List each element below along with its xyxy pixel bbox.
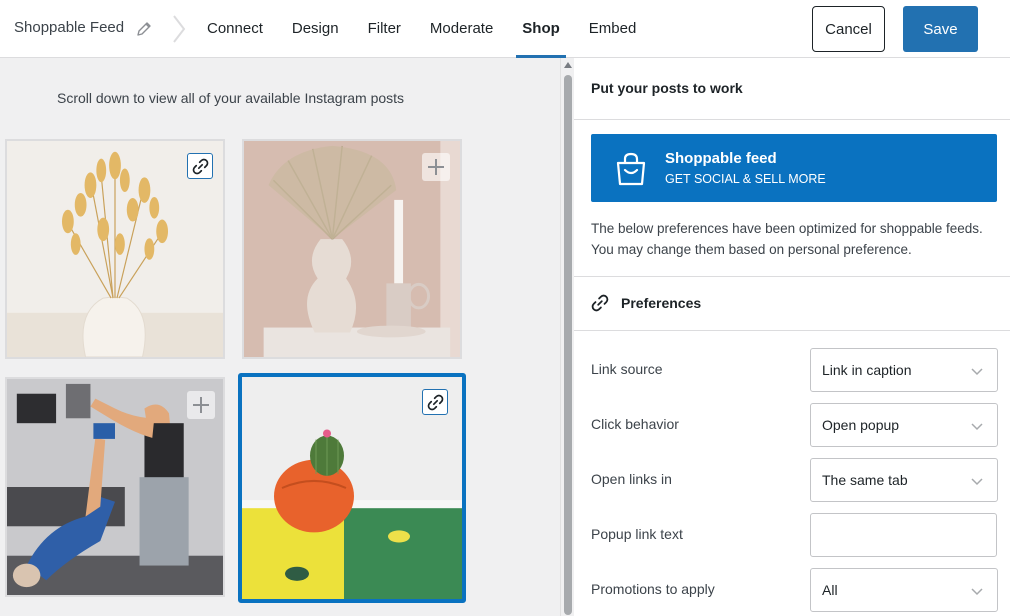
setting-label: Link source bbox=[591, 361, 663, 377]
tab-shop[interactable]: Shop bbox=[516, 0, 566, 58]
banner-title: Shoppable feed bbox=[665, 150, 777, 167]
setting-label: Popup link text bbox=[591, 526, 683, 542]
add-link-button[interactable] bbox=[187, 391, 215, 419]
scroll-up-arrow-icon[interactable] bbox=[564, 62, 572, 68]
setting-click-behavior: Click behavior Open popup bbox=[591, 403, 1001, 447]
link-icon bbox=[591, 294, 609, 312]
link-icon bbox=[427, 394, 444, 411]
setting-popup-link-text: Popup link text bbox=[591, 513, 1001, 557]
top-toolbar: Shoppable Feed Connect Design Filter Mod… bbox=[0, 0, 1010, 58]
post-tile-3[interactable] bbox=[5, 377, 225, 597]
plus-icon bbox=[193, 397, 209, 413]
shopping-bag-icon bbox=[616, 152, 646, 186]
select-value: Link in caption bbox=[822, 362, 912, 378]
plus-icon bbox=[428, 159, 444, 175]
tab-moderate[interactable]: Moderate bbox=[430, 0, 493, 58]
tab-connect[interactable]: Connect bbox=[207, 0, 263, 58]
section-title: Put your posts to work bbox=[591, 80, 743, 96]
select-value: The same tab bbox=[822, 472, 908, 488]
chevron-down-icon bbox=[971, 368, 983, 376]
link-source-select[interactable]: Link in caption bbox=[810, 348, 998, 392]
chevron-down-icon bbox=[971, 423, 983, 431]
setting-label: Promotions to apply bbox=[591, 581, 715, 597]
post-tile-4-selected[interactable] bbox=[238, 373, 466, 603]
open-links-in-select[interactable]: The same tab bbox=[810, 458, 998, 502]
save-button[interactable]: Save bbox=[903, 6, 978, 52]
popup-link-text-input[interactable] bbox=[810, 513, 997, 557]
setting-promotions-to-apply: Promotions to apply All bbox=[591, 568, 1001, 612]
tab-design[interactable]: Design bbox=[292, 0, 339, 58]
post-tile-2[interactable] bbox=[242, 139, 462, 359]
setting-label: Open links in bbox=[591, 471, 672, 487]
divider bbox=[574, 119, 1010, 120]
link-icon bbox=[192, 158, 209, 175]
linked-badge[interactable] bbox=[422, 389, 448, 415]
select-value: Open popup bbox=[822, 417, 900, 433]
chevron-right-icon bbox=[173, 15, 186, 43]
scroll-hint: Scroll down to view all of your availabl… bbox=[57, 90, 405, 106]
post-picker-panel: Scroll down to view all of your availabl… bbox=[0, 58, 560, 616]
preferences-title: Preferences bbox=[621, 295, 702, 311]
scroll-thumb[interactable] bbox=[564, 75, 572, 615]
linked-badge[interactable] bbox=[187, 153, 213, 179]
setting-label: Click behavior bbox=[591, 416, 679, 432]
divider bbox=[574, 330, 1010, 331]
feed-title: Shoppable Feed bbox=[14, 19, 125, 36]
setting-link-source: Link source Link in caption bbox=[591, 348, 1001, 392]
post-tile-1[interactable] bbox=[5, 139, 225, 359]
select-value: All bbox=[822, 582, 838, 598]
promotions-select[interactable]: All bbox=[810, 568, 998, 612]
cancel-button[interactable]: Cancel bbox=[812, 6, 885, 52]
preferences-description: The below preferences have been optimize… bbox=[591, 221, 983, 257]
setting-open-links-in: Open links in The same tab bbox=[591, 458, 1001, 502]
add-link-button[interactable] bbox=[422, 153, 450, 181]
pencil-icon[interactable] bbox=[136, 21, 152, 37]
chevron-down-icon bbox=[971, 478, 983, 486]
tab-bar: Connect Design Filter Moderate Shop Embe… bbox=[207, 0, 665, 58]
chevron-down-icon bbox=[971, 588, 983, 596]
banner-subtitle: GET SOCIAL & SELL MORE bbox=[665, 172, 826, 186]
settings-panel: Put your posts to work Shoppable feed GE… bbox=[574, 58, 1010, 616]
shoppable-feed-banner: Shoppable feed GET SOCIAL & SELL MORE bbox=[591, 134, 997, 202]
tab-embed[interactable]: Embed bbox=[589, 0, 637, 58]
left-panel-scrollbar[interactable] bbox=[560, 58, 574, 616]
click-behavior-select[interactable]: Open popup bbox=[810, 403, 998, 447]
tab-filter[interactable]: Filter bbox=[368, 0, 401, 58]
divider bbox=[574, 276, 1010, 277]
